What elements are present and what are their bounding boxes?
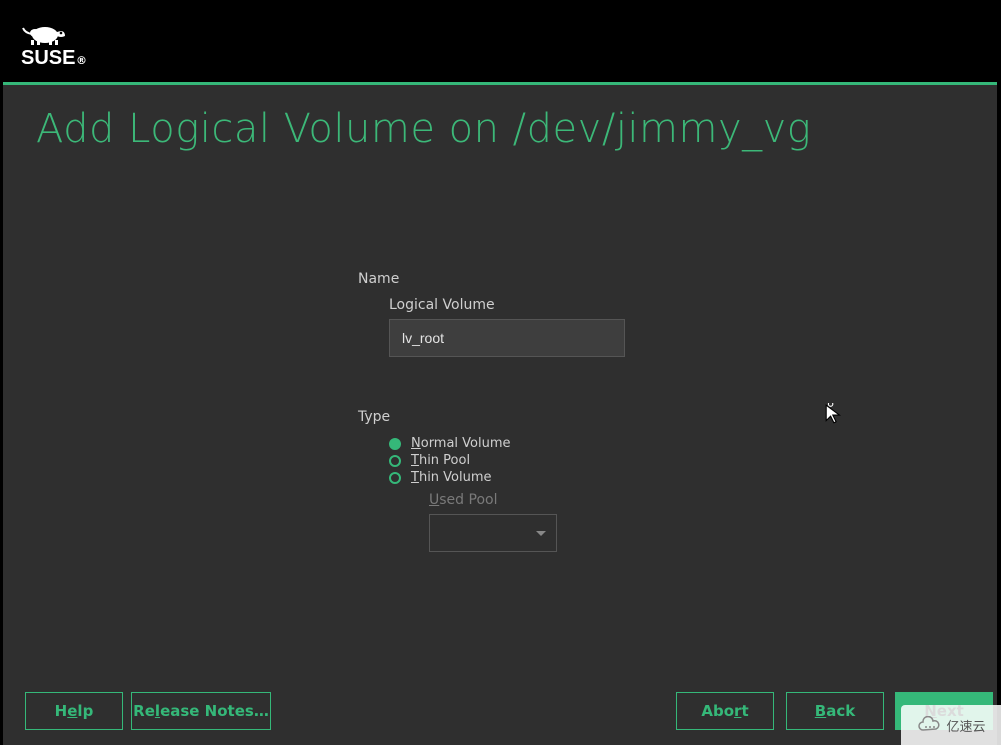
radio-icon (389, 455, 401, 467)
watermark-badge: 亿速云 (901, 705, 1001, 745)
button-label: Help (55, 702, 94, 720)
radio-label: Thin Pool (411, 453, 470, 468)
radio-normal-volume[interactable]: Normal Volume (389, 435, 778, 452)
radio-thin-pool[interactable]: Thin Pool (389, 452, 778, 469)
lv-form: Name Logical Volume Type Normal Volume T… (358, 271, 778, 552)
radio-icon (389, 472, 401, 484)
bottom-button-bar: Help Release Notes… Abort Back Next (3, 687, 997, 745)
logical-volume-label: Logical Volume (389, 297, 778, 313)
radio-thin-volume[interactable]: Thin Volume (389, 469, 778, 486)
type-section-label: Type (358, 409, 778, 425)
used-pool-label: Used Pool (429, 492, 778, 508)
back-button[interactable]: Back (786, 692, 884, 730)
abort-button[interactable]: Abort (676, 692, 774, 730)
button-label: Back (815, 702, 855, 720)
radio-label: Normal Volume (411, 436, 511, 451)
logical-volume-input[interactable] (389, 319, 625, 357)
watermark-text: 亿速云 (946, 716, 985, 735)
used-pool-dropdown[interactable] (429, 514, 557, 552)
page-title: Add Logical Volume on /dev/jimmy_vg (36, 106, 811, 152)
content-area: Add Logical Volume on /dev/jimmy_vg Name… (3, 88, 997, 745)
svg-text:®: ® (76, 54, 87, 66)
radio-icon (389, 438, 401, 450)
button-label: Abort (701, 702, 748, 720)
installer-window: SUSE ® Add Logical Volume on /dev/jimmy_… (3, 0, 997, 745)
volume-type-radio-group: Normal Volume Thin Pool Thin Volume (389, 435, 778, 486)
release-notes-button[interactable]: Release Notes… (131, 692, 271, 730)
radio-label: Thin Volume (411, 470, 492, 485)
name-section-label: Name (358, 271, 778, 287)
cloud-icon (916, 716, 942, 734)
suse-logo: SUSE ® (21, 20, 111, 66)
svg-text:SUSE: SUSE (21, 47, 75, 66)
button-label: Release Notes… (133, 702, 269, 720)
help-button[interactable]: Help (25, 692, 123, 730)
top-bar: SUSE ® (3, 0, 997, 85)
chevron-down-icon (536, 531, 546, 536)
